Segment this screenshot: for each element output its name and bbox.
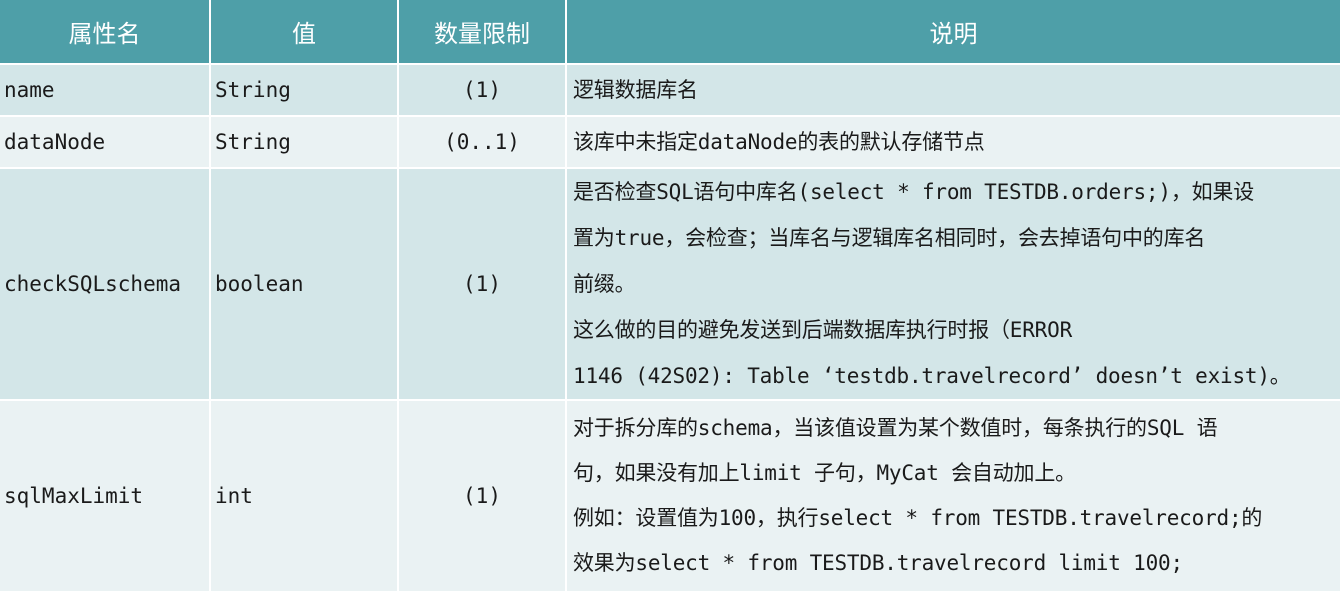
attribute-type-cell: boolean bbox=[210, 168, 399, 401]
header-quantity-limit: 数量限制 bbox=[398, 0, 567, 65]
attribute-name-cell: dataNode bbox=[0, 116, 211, 169]
description-line: 1146 (42S02): Table ‘testdb.travelrecord… bbox=[573, 364, 1291, 388]
description-line: 置为true，会检查；当库名与逻辑库名相同时，会去掉语句中的库名 bbox=[573, 226, 1206, 250]
attribute-description-cell: 是否检查SQL语句中库名(select * from TESTDB.orders… bbox=[566, 168, 1340, 401]
attribute-type-cell: String bbox=[210, 116, 399, 169]
attribute-type-cell: int bbox=[210, 400, 399, 593]
header-attribute-name: 属性名 bbox=[0, 0, 211, 65]
description-line: 句，如果没有加上limit 子句，MyCat 会自动加上。 bbox=[573, 461, 1076, 485]
description-line: 前缀。 bbox=[573, 272, 636, 296]
attribute-limit-cell: (1) bbox=[398, 168, 567, 401]
description-line: 效果为select * from TESTDB.travelrecord lim… bbox=[573, 551, 1183, 575]
header-description: 说明 bbox=[566, 0, 1340, 65]
description-line: 对于拆分库的schema，当该值设置为某个数值时，每条执行的SQL 语 bbox=[573, 416, 1218, 440]
table-row: name String (1) 逻辑数据库名 bbox=[0, 64, 1340, 117]
attribute-limit-cell: (1) bbox=[398, 400, 567, 593]
table-row: sqlMaxLimit int (1) 对于拆分库的schema，当该值设置为某… bbox=[0, 400, 1340, 593]
description-line: 例如：设置值为100，执行select * from TESTDB.travel… bbox=[573, 506, 1263, 530]
table-header-row: 属性名 值 数量限制 说明 bbox=[0, 0, 1340, 65]
attribute-limit-cell: (1) bbox=[398, 64, 567, 117]
attribute-type-cell: String bbox=[210, 64, 399, 117]
attribute-description-cell: 对于拆分库的schema，当该值设置为某个数值时，每条执行的SQL 语 句，如果… bbox=[566, 400, 1340, 593]
attribute-description-cell: 该库中未指定dataNode的表的默认存储节点 bbox=[566, 116, 1340, 169]
table-row: checkSQLschema boolean (1) 是否检查SQL语句中库名(… bbox=[0, 168, 1340, 401]
description-line: 这么做的目的避免发送到后端数据库执行时报（ERROR bbox=[573, 318, 1073, 342]
attribute-name-cell: checkSQLschema bbox=[0, 168, 211, 401]
attribute-name-cell: name bbox=[0, 64, 211, 117]
description-line: 逻辑数据库名 bbox=[573, 77, 698, 102]
header-value: 值 bbox=[210, 0, 399, 65]
description-line: 该库中未指定dataNode的表的默认存储节点 bbox=[573, 129, 985, 154]
description-line: 是否检查SQL语句中库名(select * from TESTDB.orders… bbox=[573, 180, 1255, 204]
attribute-description-cell: 逻辑数据库名 bbox=[566, 64, 1340, 117]
attribute-name-cell: sqlMaxLimit bbox=[0, 400, 211, 593]
schema-attribute-table: 属性名 值 数量限制 说明 name String (1) 逻辑数据库名 dat… bbox=[0, 0, 1340, 593]
attribute-limit-cell: (0..1) bbox=[398, 116, 567, 169]
table-row: dataNode String (0..1) 该库中未指定dataNode的表的… bbox=[0, 116, 1340, 169]
